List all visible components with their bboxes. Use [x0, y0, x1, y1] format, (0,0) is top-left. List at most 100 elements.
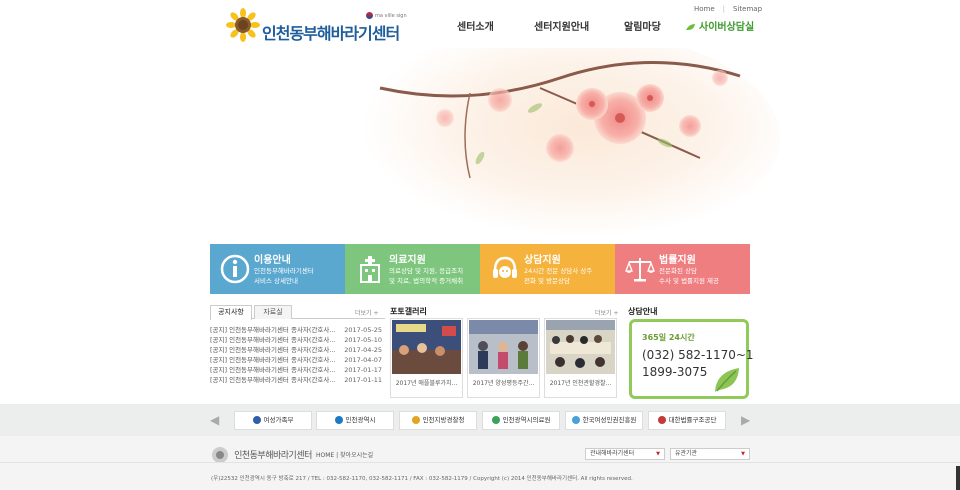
notice-title: [공지] 인천동부해바라기센터 종사자(간호사...: [210, 346, 336, 354]
partner-logo-icon: [411, 416, 420, 424]
gallery-item[interactable]: 2017년 양성평등주간...: [467, 318, 540, 398]
tab-notice[interactable]: 공지사항: [210, 305, 252, 320]
partner-prev-button[interactable]: ◀: [210, 413, 219, 427]
partner-logo[interactable]: 여성가족부: [234, 411, 312, 430]
notice-title: [공지] 인천동부해바라기센터 종사자(간호사...: [210, 356, 336, 364]
hero-banner: [0, 48, 960, 244]
footer-address: (우)22532 인천광역시 동구 방축로 217 / TEL : 032-58…: [211, 476, 633, 482]
list-item[interactable]: [공지] 인천동부해바라기센터 종사자(간호사... 2017-01-17: [210, 365, 385, 375]
sunflower-logo-icon: [226, 8, 260, 42]
partner-name: 인천지방경찰청: [422, 416, 465, 424]
consult-info: 상담안내 365일 24시간 (032) 582-1170~1 1899-307…: [628, 305, 754, 400]
notice-title: [공지] 인천동부해바라기센터 종사자(간호사...: [210, 336, 336, 344]
nav-notice-board[interactable]: 알림마당: [624, 18, 661, 33]
service-cards: 이용안내 인천동부해바라기센터 서비스 상세안내 의료지원 의료상담 및 지원, …: [210, 244, 750, 294]
notice-date: 2017-04-07: [344, 356, 382, 364]
gallery-title: 포토갤러리: [390, 307, 427, 316]
notice-more-link[interactable]: 더보기 +: [355, 308, 379, 317]
partner-logo-icon: [491, 416, 500, 424]
sitemap-link[interactable]: Sitemap: [733, 5, 762, 13]
gallery-photo: [546, 320, 615, 374]
card-desc: 전문화된 상담수사 및 법률지원 제공: [659, 266, 719, 286]
footer-logo-text: 인천동부해바라기센터: [234, 451, 312, 461]
card-counseling-support[interactable]: 상담지원 24시간 전문 상담사 상주전화 및 방문상담: [480, 244, 615, 294]
related-centers-select[interactable]: 관내해바라기센터 ▼: [585, 448, 665, 460]
partner-logo-icon: [252, 416, 261, 424]
divider: [0, 462, 960, 463]
select-value: 유관기관: [675, 450, 698, 457]
city-brand-text: ma ville sign: [375, 13, 407, 19]
list-item[interactable]: [공지] 인천동부해바라기센터 종사자(간호사... 2017-01-11: [210, 375, 385, 385]
notice-date: 2017-04-25: [344, 346, 382, 354]
partner-logo[interactable]: 인천광역시의료원: [482, 411, 560, 430]
select-value: 관내해바라기센터: [590, 450, 635, 457]
partner-logo-icon: [571, 416, 580, 424]
partner-banner: ◀ 여성가족부 인천광역시 인천지방경찰청 인천광역시의료원 한국여성인권진흥원…: [0, 404, 960, 436]
partner-logo[interactable]: 대한법률구조공단: [648, 411, 726, 430]
card-desc-line: 의료상담 및 지원, 응급조치: [389, 267, 464, 275]
home-link[interactable]: Home: [694, 5, 715, 13]
footer-links[interactable]: HOME | 찾아오시는길: [316, 450, 373, 459]
utility-links: Home | Sitemap: [694, 5, 762, 13]
nav-cyber-counseling[interactable]: 사이버상담실: [686, 18, 754, 33]
card-usage-guide[interactable]: 이용안내 인천동부해바라기센터 서비스 상세안내: [210, 244, 345, 294]
tab-resources[interactable]: 자료실: [254, 305, 292, 319]
phone-number-1: (032) 582-1170~1: [642, 348, 754, 362]
partner-logo[interactable]: 한국여성인권진흥원: [565, 411, 643, 430]
partner-next-button[interactable]: ▶: [741, 413, 750, 427]
notice-title: [공지] 인천동부해바라기센터 종사자(간호사...: [210, 376, 336, 384]
peach-blossom-illustration: [340, 48, 780, 244]
list-item[interactable]: [공지] 인천동부해바라기센터 종사자(간호사... 2017-04-25: [210, 345, 385, 355]
scales-icon: [625, 258, 655, 282]
site-logo[interactable]: 인천동부해바라기센터 ma ville sign: [226, 8, 407, 44]
divider: |: [722, 5, 726, 13]
gallery-more-link[interactable]: 더보기 +: [595, 308, 619, 317]
card-desc-line: 전문화된 상담: [659, 267, 697, 275]
leaf-icon: [686, 23, 695, 30]
partner-name: 인천광역시의료원: [502, 416, 551, 424]
notice-date: 2017-01-17: [344, 366, 382, 374]
gallery-photo: [469, 320, 538, 374]
nav-center-support[interactable]: 센터지원안내: [534, 18, 589, 33]
card-desc: 인천동부해바라기센터 서비스 상세안내: [254, 266, 314, 286]
nav-center-intro[interactable]: 센터소개: [457, 18, 494, 33]
gallery-item[interactable]: 2017년 애플블루가치...: [390, 318, 463, 398]
partner-logo[interactable]: 인천광역시: [316, 411, 394, 430]
site-footer: 인천동부해바라기센터 HOME | 찾아오시는길 관내해바라기센터 ▼ 유관기관 ▼…: [0, 436, 960, 490]
consult-hours: 365일 24시간: [642, 333, 695, 342]
card-legal-support[interactable]: 법률지원 전문화된 상담 수사 및 법률지원 제공: [615, 244, 750, 294]
card-desc-line: 전화 및 방문상담: [524, 277, 570, 285]
notice-list: [공지] 인천동부해바라기센터 종사자(간호사... 2017-05-25 [공지…: [210, 325, 385, 385]
card-desc: 의료상담 및 지원, 응급조치및 치료, 법의학적 증거채취: [389, 266, 463, 286]
notice-date: 2017-01-11: [344, 376, 382, 384]
partner-logo-icon: [657, 416, 666, 424]
partner-logo-icon: [334, 416, 343, 424]
list-item[interactable]: [공지] 인천동부해바라기센터 종사자(간호사... 2017-04-07: [210, 355, 385, 365]
partner-logo[interactable]: 인천지방경찰청: [399, 411, 477, 430]
notice-title: [공지] 인천동부해바라기센터 종사자(간호사...: [210, 366, 336, 374]
related-agencies-select[interactable]: 유관기관 ▼: [670, 448, 750, 460]
counselor-icon: [493, 256, 517, 278]
card-desc-line: 및 치료, 법의학적 증거채취: [389, 277, 464, 285]
footer-logo: 인천동부해바라기센터: [211, 444, 312, 464]
gallery-caption: 2017년 양성평등주간...: [472, 380, 535, 387]
list-item[interactable]: [공지] 인천동부해바라기센터 종사자(간호사... 2017-05-10: [210, 335, 385, 345]
site-header: 인천동부해바라기센터 ma ville sign Home | Sitemap 센터…: [0, 0, 960, 48]
scroll-handle[interactable]: [956, 466, 960, 490]
gallery-item[interactable]: 2017년 인천관할경찰...: [544, 318, 617, 398]
card-title: 상담지원: [524, 255, 561, 266]
consult-title: 상담안내: [628, 307, 658, 316]
card-title: 의료지원: [389, 255, 426, 266]
consult-box: 365일 24시간 (032) 582-1170~1 1899-3075: [629, 319, 754, 399]
leaf-icon: [715, 368, 739, 392]
info-icon: [220, 254, 250, 284]
card-desc-line: 24시간 전문 상담사 상주: [524, 267, 593, 275]
gallery-caption: 2017년 애플블루가치...: [395, 380, 458, 387]
card-desc-line: 수사 및 법률지원 제공: [659, 277, 720, 285]
photo-gallery: 포토갤러리 더보기 + 2017년 애플블루가치... 2017년 양성평등주간…: [390, 305, 620, 400]
gallery-caption: 2017년 인천관할경찰...: [549, 380, 612, 387]
list-item[interactable]: [공지] 인천동부해바라기센터 종사자(간호사... 2017-05-25: [210, 325, 385, 335]
card-medical-support[interactable]: 의료지원 의료상담 및 지원, 응급조치및 치료, 법의학적 증거채취: [345, 244, 480, 294]
nav-cyber-label: 사이버상담실: [699, 22, 755, 33]
chevron-down-icon: ▼: [656, 451, 660, 457]
